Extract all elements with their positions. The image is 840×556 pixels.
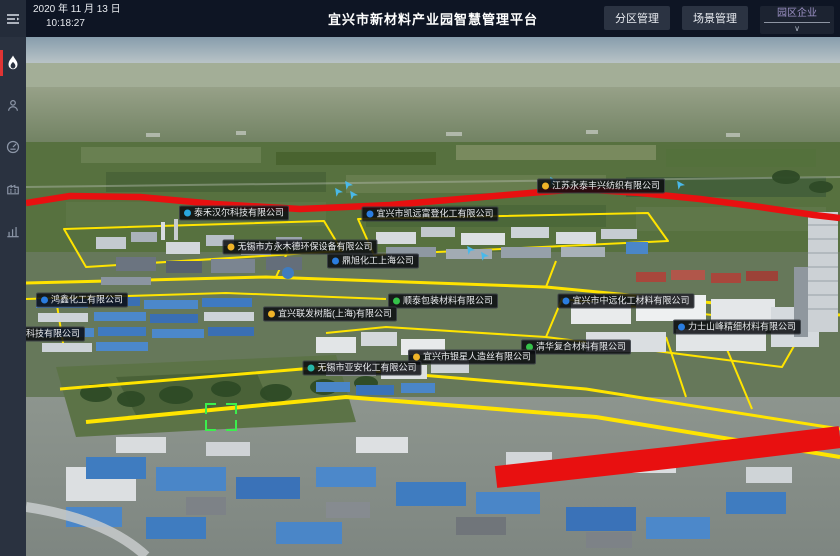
company-marker-label: 无锡市方永木德环保设备有限公司 [237,242,372,253]
app-window: 2020 年 11 月 13 日 10:18:27 宜兴市新材料产业园智慧管理平… [0,0,840,556]
sidebar-item-gauge[interactable] [0,131,26,163]
enterprise-dropdown-label: 园区企业 [777,8,817,20]
selection-corner [205,420,216,431]
plane-icon [674,178,686,196]
company-marker-icon [366,211,373,218]
sidebar [0,0,26,556]
company-marker[interactable]: 清华复合材料有限公司 [521,340,631,355]
company-marker[interactable]: 鼎旭化工上海公司 [327,254,419,269]
company-marker[interactable]: 宜兴市中远化工材料有限公司 [557,294,694,309]
company-marker-label: 鸿鑫化工有限公司 [51,295,123,306]
sidebar-item-statistics[interactable] [0,215,26,247]
plane-icon [464,243,476,261]
chevron-down-icon: ∨ [794,24,800,33]
company-marker-icon [542,183,549,190]
company-marker-label: 力士山峰精细材料有限公司 [688,322,796,333]
selection-corner [226,420,237,431]
company-marker-label: 江苏永泰丰兴纺织有限公司 [552,181,660,192]
company-marker[interactable]: 泰禾汉尔科技有限公司 [179,206,289,221]
selection-corner [205,403,216,414]
sidebar-item-personnel[interactable] [0,89,26,121]
company-marker[interactable]: 无锡市亚安化工有限公司 [302,361,421,376]
company-marker-label: 宜兴市银星人造丝有限公司 [423,352,531,363]
company-marker-icon [41,297,48,304]
company-marker[interactable]: 鸿鑫化工有限公司 [36,293,128,308]
company-marker[interactable]: 宜兴市银星人造丝有限公司 [408,350,536,365]
company-marker-icon [332,258,339,265]
company-marker-label: 宜兴国胜科技有限公司 [26,329,80,340]
date-label: 2020 年 11 月 13 日 [33,4,121,16]
scene-management-button[interactable]: 场景管理 [682,6,748,30]
company-marker-icon [562,298,569,305]
partition-management-button[interactable]: 分区管理 [604,6,670,30]
company-marker-icon [268,311,275,318]
header-bar: 2020 年 11 月 13 日 10:18:27 宜兴市新材料产业园智慧管理平… [26,0,840,37]
gauge-icon [6,140,20,154]
enterprise-dropdown[interactable]: 园区企业 ∨ [760,6,834,34]
company-marker-label: 宜兴联发树脂(上海)有限公司 [278,309,392,320]
company-marker-label: 鼎旭化工上海公司 [342,256,414,267]
company-marker[interactable]: 宜兴国胜科技有限公司 [26,327,85,342]
company-marker[interactable]: 宜兴市凯远富登化工有限公司 [361,207,498,222]
sidebar-item-fire[interactable] [0,47,26,79]
time-label: 10:18:27 [46,18,121,30]
flame-icon [6,55,20,71]
company-marker-icon [184,210,191,217]
plane-icon [478,249,490,267]
sidebar-item-enterprise[interactable] [0,173,26,205]
company-marker[interactable]: 力士山峰精细材料有限公司 [673,320,801,335]
company-marker-label: 宜兴市中远化工材料有限公司 [572,296,689,307]
menu-icon[interactable] [0,0,26,37]
company-marker-label: 顺泰包装材料有限公司 [403,296,493,307]
company-marker-label: 无锡市亚安化工有限公司 [317,363,416,374]
company-marker-label: 泰禾汉尔科技有限公司 [194,208,284,219]
selection-brackets [205,403,237,431]
factory-icon [6,182,20,196]
map-3d-view[interactable]: 泰禾汉尔科技有限公司 宜兴市凯远富登化工有限公司无锡市方永木德环保设备有限公司鼎旭… [26,37,840,556]
company-marker[interactable]: 江苏永泰丰兴纺织有限公司 [537,179,665,194]
divider [764,22,830,23]
company-marker-icon [393,298,400,305]
company-marker-label: 清华复合材料有限公司 [536,342,626,353]
company-marker-icon [413,354,420,361]
datetime: 2020 年 11 月 13 日 10:18:27 [33,4,121,30]
company-marker-label: 宜兴市凯远富登化工有限公司 [376,209,493,220]
company-marker-icon [307,365,314,372]
person-icon [6,98,20,113]
selection-corner [226,403,237,414]
company-marker[interactable]: 宜兴联发树脂(上海)有限公司 [263,307,397,322]
company-marker[interactable]: 无锡市方永木德环保设备有限公司 [222,240,377,255]
bar-chart-icon [6,224,20,238]
plane-icon [347,188,359,206]
company-marker[interactable]: 顺泰包装材料有限公司 [388,294,498,309]
company-marker-icon [678,324,685,331]
company-marker-icon [227,244,234,251]
